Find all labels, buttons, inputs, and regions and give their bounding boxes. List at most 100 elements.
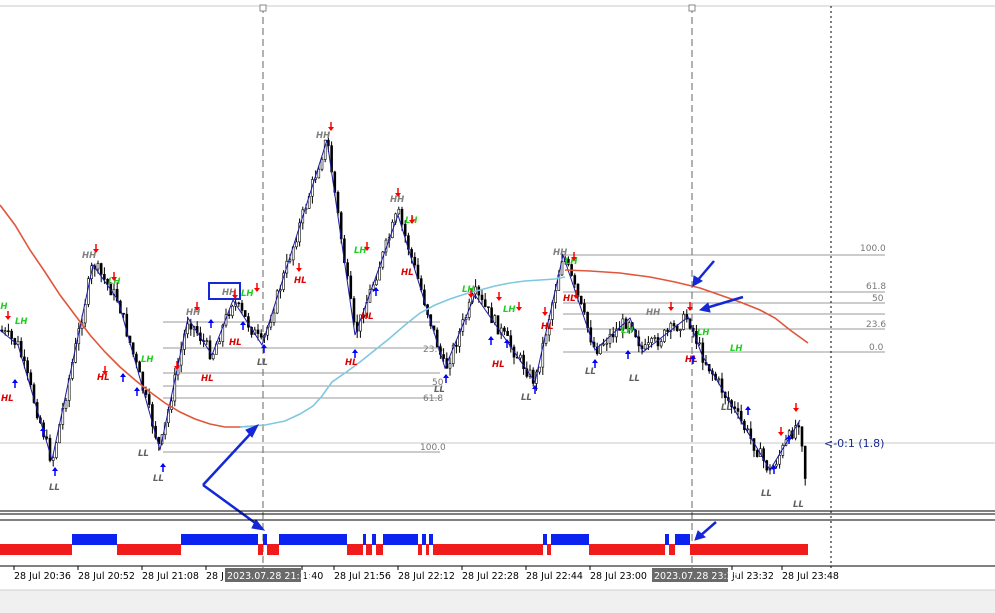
indicator-segment-red: [669, 544, 675, 555]
candle-body: [647, 342, 650, 345]
candle-body: [135, 353, 138, 363]
candle-body: [656, 337, 660, 347]
candle-body: [240, 302, 244, 311]
crosshair-handle[interactable]: [688, 4, 696, 12]
price-marker-label: <-0:1 (1.8): [824, 437, 884, 450]
candle-body: [583, 303, 586, 313]
candle-body: [375, 279, 378, 286]
swing-label-ll: LL: [585, 367, 596, 377]
candle-body: [64, 400, 68, 409]
candle-body: [122, 312, 125, 315]
indicator-segment-red: [589, 544, 665, 555]
indicator-segment-red: [418, 544, 422, 555]
swing-label-hl: HL: [685, 355, 698, 365]
swing-label-lh: LH: [241, 289, 254, 299]
candle-body: [519, 354, 522, 359]
indicator-segment-red: [117, 544, 181, 555]
candle-body: [698, 342, 701, 345]
candle-body: [269, 322, 273, 328]
candle-body: [208, 340, 212, 360]
candle-body: [29, 372, 33, 385]
chart-background: [0, 0, 995, 613]
candle-body: [653, 337, 657, 339]
candle-body: [483, 299, 487, 307]
candle-body: [480, 294, 484, 301]
indicator-segment-blue: [181, 534, 258, 545]
indicator-segment-blue: [279, 534, 347, 545]
indicator-segment-red: [258, 544, 263, 555]
swing-label-lh: LH: [0, 302, 8, 312]
indicator-segment-blue: [675, 534, 690, 545]
swing-label-hl: HL: [97, 373, 110, 383]
candle-body: [800, 426, 804, 447]
candle-body: [733, 406, 737, 409]
candle-body: [455, 344, 458, 347]
swing-label-lh: LH: [15, 317, 28, 327]
swing-label-ll: LL: [761, 489, 772, 499]
swing-label-hh: HH: [316, 131, 330, 141]
indicator-segment-blue: [383, 534, 418, 545]
indicator-segment-red: [433, 544, 543, 555]
candle-body: [45, 436, 49, 439]
candle-body: [797, 425, 801, 428]
candle-body: [295, 241, 298, 248]
candle-body: [397, 208, 401, 215]
time-axis-label: 28 Jul 22:44: [526, 571, 583, 582]
swing-label-hl: HL: [1, 394, 14, 404]
candle-body: [602, 343, 605, 346]
candle-body: [643, 344, 647, 350]
crosshair-time-label: 2023.07.28 21:38: [227, 571, 312, 582]
candle-body: [487, 306, 490, 309]
swing-label-lh: LH: [730, 344, 743, 354]
candle-body: [736, 408, 740, 412]
candle-body: [352, 298, 356, 323]
swing-label-ll: LL: [49, 483, 60, 493]
price-chart[interactable]: 23.6 50 61.8 100.0 100.0 61.8 50 23.6 0.…: [0, 0, 995, 613]
candle-body: [717, 378, 721, 381]
indicator-segment-blue: [363, 534, 366, 545]
indicator-segment-blue: [422, 534, 426, 545]
swing-label-lh: LH: [621, 326, 634, 336]
indicator-segment-blue: [372, 534, 376, 545]
candle-body: [579, 295, 583, 304]
candle-body: [675, 325, 679, 331]
indicator-segment-red: [690, 544, 808, 555]
candle-body: [576, 283, 580, 297]
candle-body: [256, 329, 260, 334]
candle-body: [650, 338, 653, 343]
indicator-segment-blue: [551, 534, 589, 545]
fib-label: 50: [872, 294, 884, 304]
status-strip: [0, 590, 995, 613]
swing-label-hl: HL: [229, 338, 242, 348]
candle-body: [218, 341, 221, 345]
candle-body: [26, 360, 29, 374]
indicator-segment-red: [547, 544, 551, 555]
indicator-segment-blue: [72, 534, 117, 545]
candle-body: [3, 330, 7, 333]
swing-label-hl: HL: [294, 276, 307, 286]
swing-label-lh: LH: [462, 285, 475, 295]
fib-label: 100.0: [420, 443, 446, 453]
candle-body: [231, 305, 234, 316]
indicator-segment-red: [376, 544, 383, 555]
candle-body: [682, 314, 685, 330]
candle-body: [96, 263, 100, 270]
swing-label-lh: LH: [697, 328, 710, 338]
swing-label-ll: LL: [434, 385, 445, 395]
indicator-segment-blue: [543, 534, 547, 545]
candle-body: [346, 262, 349, 277]
fib-label: 61.8: [423, 394, 443, 404]
swing-label-ll: LL: [257, 358, 268, 368]
candle-body: [679, 329, 682, 331]
crosshair-time-label: 2023.07.28 23:25: [654, 571, 739, 582]
swing-label-hh: HH: [390, 195, 404, 205]
swing-label-ll: LL: [629, 374, 640, 384]
indicator-segment-red: [347, 544, 363, 555]
candle-body: [701, 342, 705, 363]
crosshair-handle[interactable]: [259, 4, 267, 12]
candle-body: [317, 168, 321, 179]
swing-label-ll: LL: [721, 403, 732, 413]
candle-body: [672, 323, 676, 327]
fib-label: 0.0: [869, 343, 884, 353]
candle-body: [803, 445, 807, 479]
